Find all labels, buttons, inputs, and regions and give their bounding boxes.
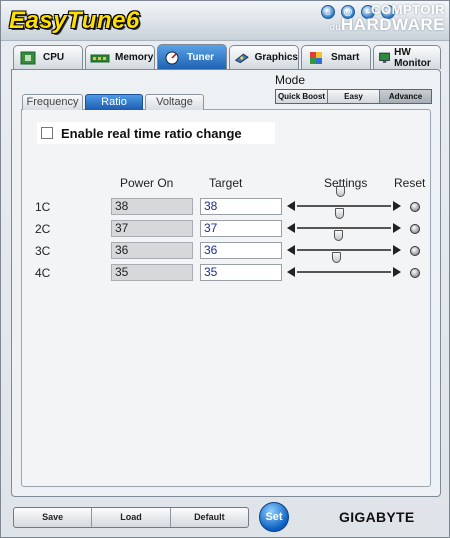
mode-easy-button[interactable]: Easy [328, 90, 380, 103]
power-on-2c: 37 [111, 220, 193, 237]
tab-graphics[interactable]: Graphics [229, 45, 299, 69]
slider-track [297, 249, 391, 251]
tab-cpu[interactable]: CPU [13, 45, 83, 69]
realtime-ratio-option: Enable real time ratio change [37, 122, 275, 144]
slider-track [297, 227, 391, 229]
ratio-slider-3c[interactable] [287, 230, 401, 258]
save-button[interactable]: Save [14, 508, 93, 527]
row-label-2c: 2C [35, 222, 51, 236]
slider-increase-icon[interactable] [393, 201, 401, 211]
graphics-card-icon [234, 53, 249, 63]
row-label-4c: 4C [35, 266, 51, 280]
reset-2c-button[interactable] [410, 224, 420, 234]
tab-memory-label: Memory [115, 52, 154, 63]
cpu-chip-icon [20, 51, 36, 64]
slider-thumb[interactable] [335, 208, 345, 219]
monitor-icon [379, 52, 390, 63]
tab-memory[interactable]: Memory [85, 45, 155, 69]
mode-selector: Quick Boost Easy Advance [275, 89, 432, 104]
reset-4c-button[interactable] [410, 268, 420, 278]
tab-cpu-label: CPU [43, 52, 65, 63]
mode-quick-boost-button[interactable]: Quick Boost [276, 90, 328, 103]
slider-track [297, 205, 391, 207]
ratio-subpanel [21, 109, 431, 487]
slider-decrease-icon[interactable] [287, 201, 295, 211]
subtab-frequency[interactable]: Frequency [22, 94, 83, 110]
tab-tuner-label: Tuner [187, 52, 215, 63]
slider-increase-icon[interactable] [393, 267, 401, 277]
row-label-1c: 1C [35, 200, 51, 214]
target-2c-input[interactable]: 37 [200, 220, 282, 237]
slider-thumb[interactable] [334, 230, 344, 241]
power-on-3c: 36 [111, 242, 193, 259]
power-on-4c: 35 [111, 264, 193, 281]
ratio-slider-2c[interactable] [287, 208, 401, 236]
tab-graphics-label: Graphics [254, 52, 298, 63]
slider-decrease-icon[interactable] [287, 267, 295, 277]
subtab-ratio[interactable]: Ratio [85, 94, 143, 110]
row-label-3c: 3C [35, 244, 51, 258]
reset-1c-button[interactable] [410, 202, 420, 212]
target-3c-input[interactable]: 36 [200, 242, 282, 259]
load-button[interactable]: Load [92, 508, 171, 527]
easytune-window: EasyTune6 ⌂ @ – × COMPTOIR duHARDWARE CP… [0, 0, 450, 538]
header-settings: Settings [324, 176, 368, 190]
smart-cube-icon [310, 51, 322, 64]
watermark: COMPTOIR duHARDWARE [330, 3, 445, 33]
slider-increase-icon[interactable] [393, 245, 401, 255]
tab-tuner[interactable]: Tuner [157, 44, 227, 70]
slider-thumb[interactable] [336, 186, 346, 197]
memory-module-icon [90, 54, 110, 62]
slider-track [297, 271, 391, 273]
tab-smart[interactable]: Smart [301, 45, 371, 69]
brand-logo: GIGABYTE [339, 509, 415, 525]
slider-decrease-icon[interactable] [287, 245, 295, 255]
set-button[interactable]: Set [259, 502, 289, 532]
default-button[interactable]: Default [171, 508, 248, 527]
subtab-voltage[interactable]: Voltage [145, 94, 204, 110]
target-4c-input[interactable]: 35 [200, 264, 282, 281]
slider-increase-icon[interactable] [393, 223, 401, 233]
header-reset: Reset [394, 176, 426, 190]
bottom-button-group: Save Load Default [13, 507, 249, 528]
mode-label: Mode [275, 73, 306, 87]
realtime-ratio-checkbox[interactable] [41, 127, 53, 139]
mode-advance-button[interactable]: Advance [380, 90, 431, 103]
realtime-ratio-label: Enable real time ratio change [61, 125, 242, 141]
gauge-icon [165, 51, 179, 64]
ratio-slider-4c[interactable] [287, 252, 401, 280]
reset-3c-button[interactable] [410, 246, 420, 256]
app-logo: EasyTune6 [9, 7, 140, 34]
header-power-on: Power On [120, 176, 174, 190]
watermark-line2: duHARDWARE [329, 15, 445, 34]
tab-hw-monitor[interactable]: HW Monitor [373, 45, 441, 69]
header-target: Target [209, 176, 243, 190]
slider-decrease-icon[interactable] [287, 223, 295, 233]
power-on-1c: 38 [111, 198, 193, 215]
title-bar: EasyTune6 ⌂ @ – × COMPTOIR duHARDWARE [1, 1, 449, 41]
tab-hw-monitor-label: HW Monitor [394, 46, 431, 69]
tab-smart-label: Smart [331, 52, 360, 63]
target-1c-input[interactable]: 38 [200, 198, 282, 215]
